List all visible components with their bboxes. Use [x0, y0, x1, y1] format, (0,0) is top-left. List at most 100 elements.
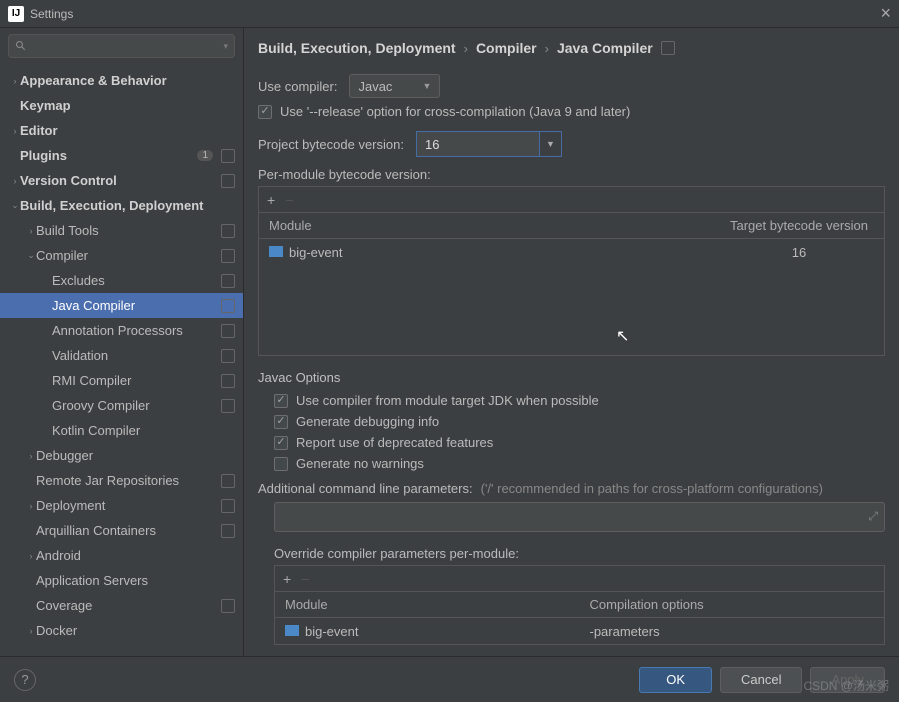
project-bytecode-input[interactable]: [417, 132, 539, 156]
sidebar-item[interactable]: Validation: [0, 343, 243, 368]
search-icon: [15, 40, 27, 52]
sidebar-item[interactable]: Excludes: [0, 268, 243, 293]
sidebar-item-label: Excludes: [52, 273, 217, 288]
sidebar-item-label: Appearance & Behavior: [20, 73, 235, 88]
sidebar-item[interactable]: Plugins1: [0, 143, 243, 168]
project-scope-icon: [221, 149, 235, 163]
sidebar-item[interactable]: RMI Compiler: [0, 368, 243, 393]
close-icon[interactable]: ×: [880, 3, 891, 24]
ok-button[interactable]: OK: [639, 667, 712, 693]
add-icon[interactable]: +: [267, 192, 275, 208]
use-compiler-label: Use compiler:: [258, 79, 337, 94]
chevron-right-icon: ›: [464, 41, 468, 56]
expand-icon[interactable]: ⤢: [868, 509, 878, 524]
project-scope-icon: [221, 374, 235, 388]
app-icon: IJ: [8, 6, 24, 22]
sidebar-item-label: Android: [36, 548, 235, 563]
project-scope-icon: [221, 524, 235, 538]
table-header-module: Module: [275, 597, 580, 612]
chevron-icon: ›: [26, 501, 36, 511]
sidebar-item[interactable]: ›Deployment: [0, 493, 243, 518]
chevron-down-icon[interactable]: ▼: [539, 132, 561, 156]
window-title: Settings: [30, 7, 73, 21]
table-header-module: Module: [259, 218, 714, 233]
sidebar-item[interactable]: Annotation Processors: [0, 318, 243, 343]
sidebar-item-label: Application Servers: [36, 573, 235, 588]
per-module-table: + − Module Target bytecode version big-e…: [258, 186, 885, 356]
remove-icon[interactable]: −: [301, 571, 309, 587]
opt-no-warnings-checkbox[interactable]: [274, 457, 288, 471]
sidebar-item[interactable]: ›Version Control: [0, 168, 243, 193]
sidebar-item[interactable]: Java Compiler: [0, 293, 243, 318]
table-header-options: Compilation options: [580, 597, 885, 612]
additional-params-hint: ('/' recommended in paths for cross-plat…: [481, 481, 823, 496]
add-icon[interactable]: +: [283, 571, 291, 587]
opt-module-jdk-checkbox[interactable]: [274, 394, 288, 408]
chevron-icon: ›: [10, 176, 20, 186]
project-scope-icon: [221, 174, 235, 188]
opt-deprecated-checkbox[interactable]: [274, 436, 288, 450]
help-button[interactable]: ?: [14, 669, 36, 691]
chevron-icon: ⌄: [10, 200, 20, 211]
breadcrumb-segment[interactable]: Build, Execution, Deployment: [258, 40, 456, 56]
chevron-icon: ›: [26, 551, 36, 561]
project-bytecode-label: Project bytecode version:: [258, 137, 404, 152]
sidebar: ▾ ›Appearance & BehaviorKeymap›EditorPlu…: [0, 28, 244, 656]
additional-params-input[interactable]: ⤢: [274, 502, 885, 532]
sidebar-item-label: Validation: [52, 348, 217, 363]
search-input[interactable]: ▾: [8, 34, 235, 58]
project-scope-icon: [221, 249, 235, 263]
module-icon: [285, 625, 299, 636]
chevron-icon: ›: [26, 451, 36, 461]
override-table: + − Module Compilation options big-event…: [274, 565, 885, 645]
project-scope-icon: [221, 324, 235, 338]
sidebar-item[interactable]: ›Appearance & Behavior: [0, 68, 243, 93]
sidebar-item-label: Groovy Compiler: [52, 398, 217, 413]
breadcrumb-segment[interactable]: Java Compiler: [557, 40, 653, 56]
sidebar-item[interactable]: ›Android: [0, 543, 243, 568]
project-scope-icon: [221, 274, 235, 288]
project-scope-icon: [221, 299, 235, 313]
javac-options-title: Javac Options: [258, 370, 885, 385]
sidebar-item[interactable]: Remote Jar Repositories: [0, 468, 243, 493]
apply-button[interactable]: Apply: [810, 667, 885, 693]
settings-tree: ›Appearance & BehaviorKeymap›EditorPlugi…: [0, 64, 243, 656]
sidebar-item-label: Build Tools: [36, 223, 217, 238]
project-scope-icon: [221, 499, 235, 513]
sidebar-item[interactable]: ›Debugger: [0, 443, 243, 468]
opt-debug-info-checkbox[interactable]: [274, 415, 288, 429]
sidebar-item[interactable]: Application Servers: [0, 568, 243, 593]
chevron-icon: ›: [26, 226, 36, 236]
chevron-icon: ›: [26, 626, 36, 636]
sidebar-item[interactable]: ›Docker: [0, 618, 243, 643]
sidebar-item[interactable]: ⌄Compiler: [0, 243, 243, 268]
sidebar-item[interactable]: Arquillian Containers: [0, 518, 243, 543]
use-compiler-dropdown[interactable]: Javac ▼: [349, 74, 440, 98]
cancel-button[interactable]: Cancel: [720, 667, 802, 693]
table-row[interactable]: big-event 16: [259, 239, 884, 265]
sidebar-item-label: Keymap: [20, 98, 235, 113]
sidebar-item-label: Docker: [36, 623, 235, 638]
project-scope-icon: [221, 599, 235, 613]
table-row[interactable]: big-event -parameters: [275, 618, 884, 644]
badge: 1: [197, 150, 213, 161]
sidebar-item[interactable]: Coverage: [0, 593, 243, 618]
breadcrumb-segment[interactable]: Compiler: [476, 40, 537, 56]
project-bytecode-combo[interactable]: ▼: [416, 131, 562, 157]
sidebar-item-label: Plugins: [20, 148, 197, 163]
remove-icon[interactable]: −: [285, 192, 293, 208]
release-option-checkbox[interactable]: [258, 105, 272, 119]
sidebar-item[interactable]: ›Editor: [0, 118, 243, 143]
chevron-icon: ⌄: [26, 250, 36, 261]
sidebar-item[interactable]: ›Build Tools: [0, 218, 243, 243]
sidebar-item-label: Deployment: [36, 498, 217, 513]
titlebar: IJ Settings ×: [0, 0, 899, 28]
chevron-icon: ›: [10, 126, 20, 136]
sidebar-item-label: Annotation Processors: [52, 323, 217, 338]
table-header-version: Target bytecode version: [714, 218, 884, 233]
project-scope-icon: [221, 224, 235, 238]
sidebar-item[interactable]: Keymap: [0, 93, 243, 118]
sidebar-item[interactable]: Kotlin Compiler: [0, 418, 243, 443]
sidebar-item[interactable]: Groovy Compiler: [0, 393, 243, 418]
sidebar-item[interactable]: ⌄Build, Execution, Deployment: [0, 193, 243, 218]
